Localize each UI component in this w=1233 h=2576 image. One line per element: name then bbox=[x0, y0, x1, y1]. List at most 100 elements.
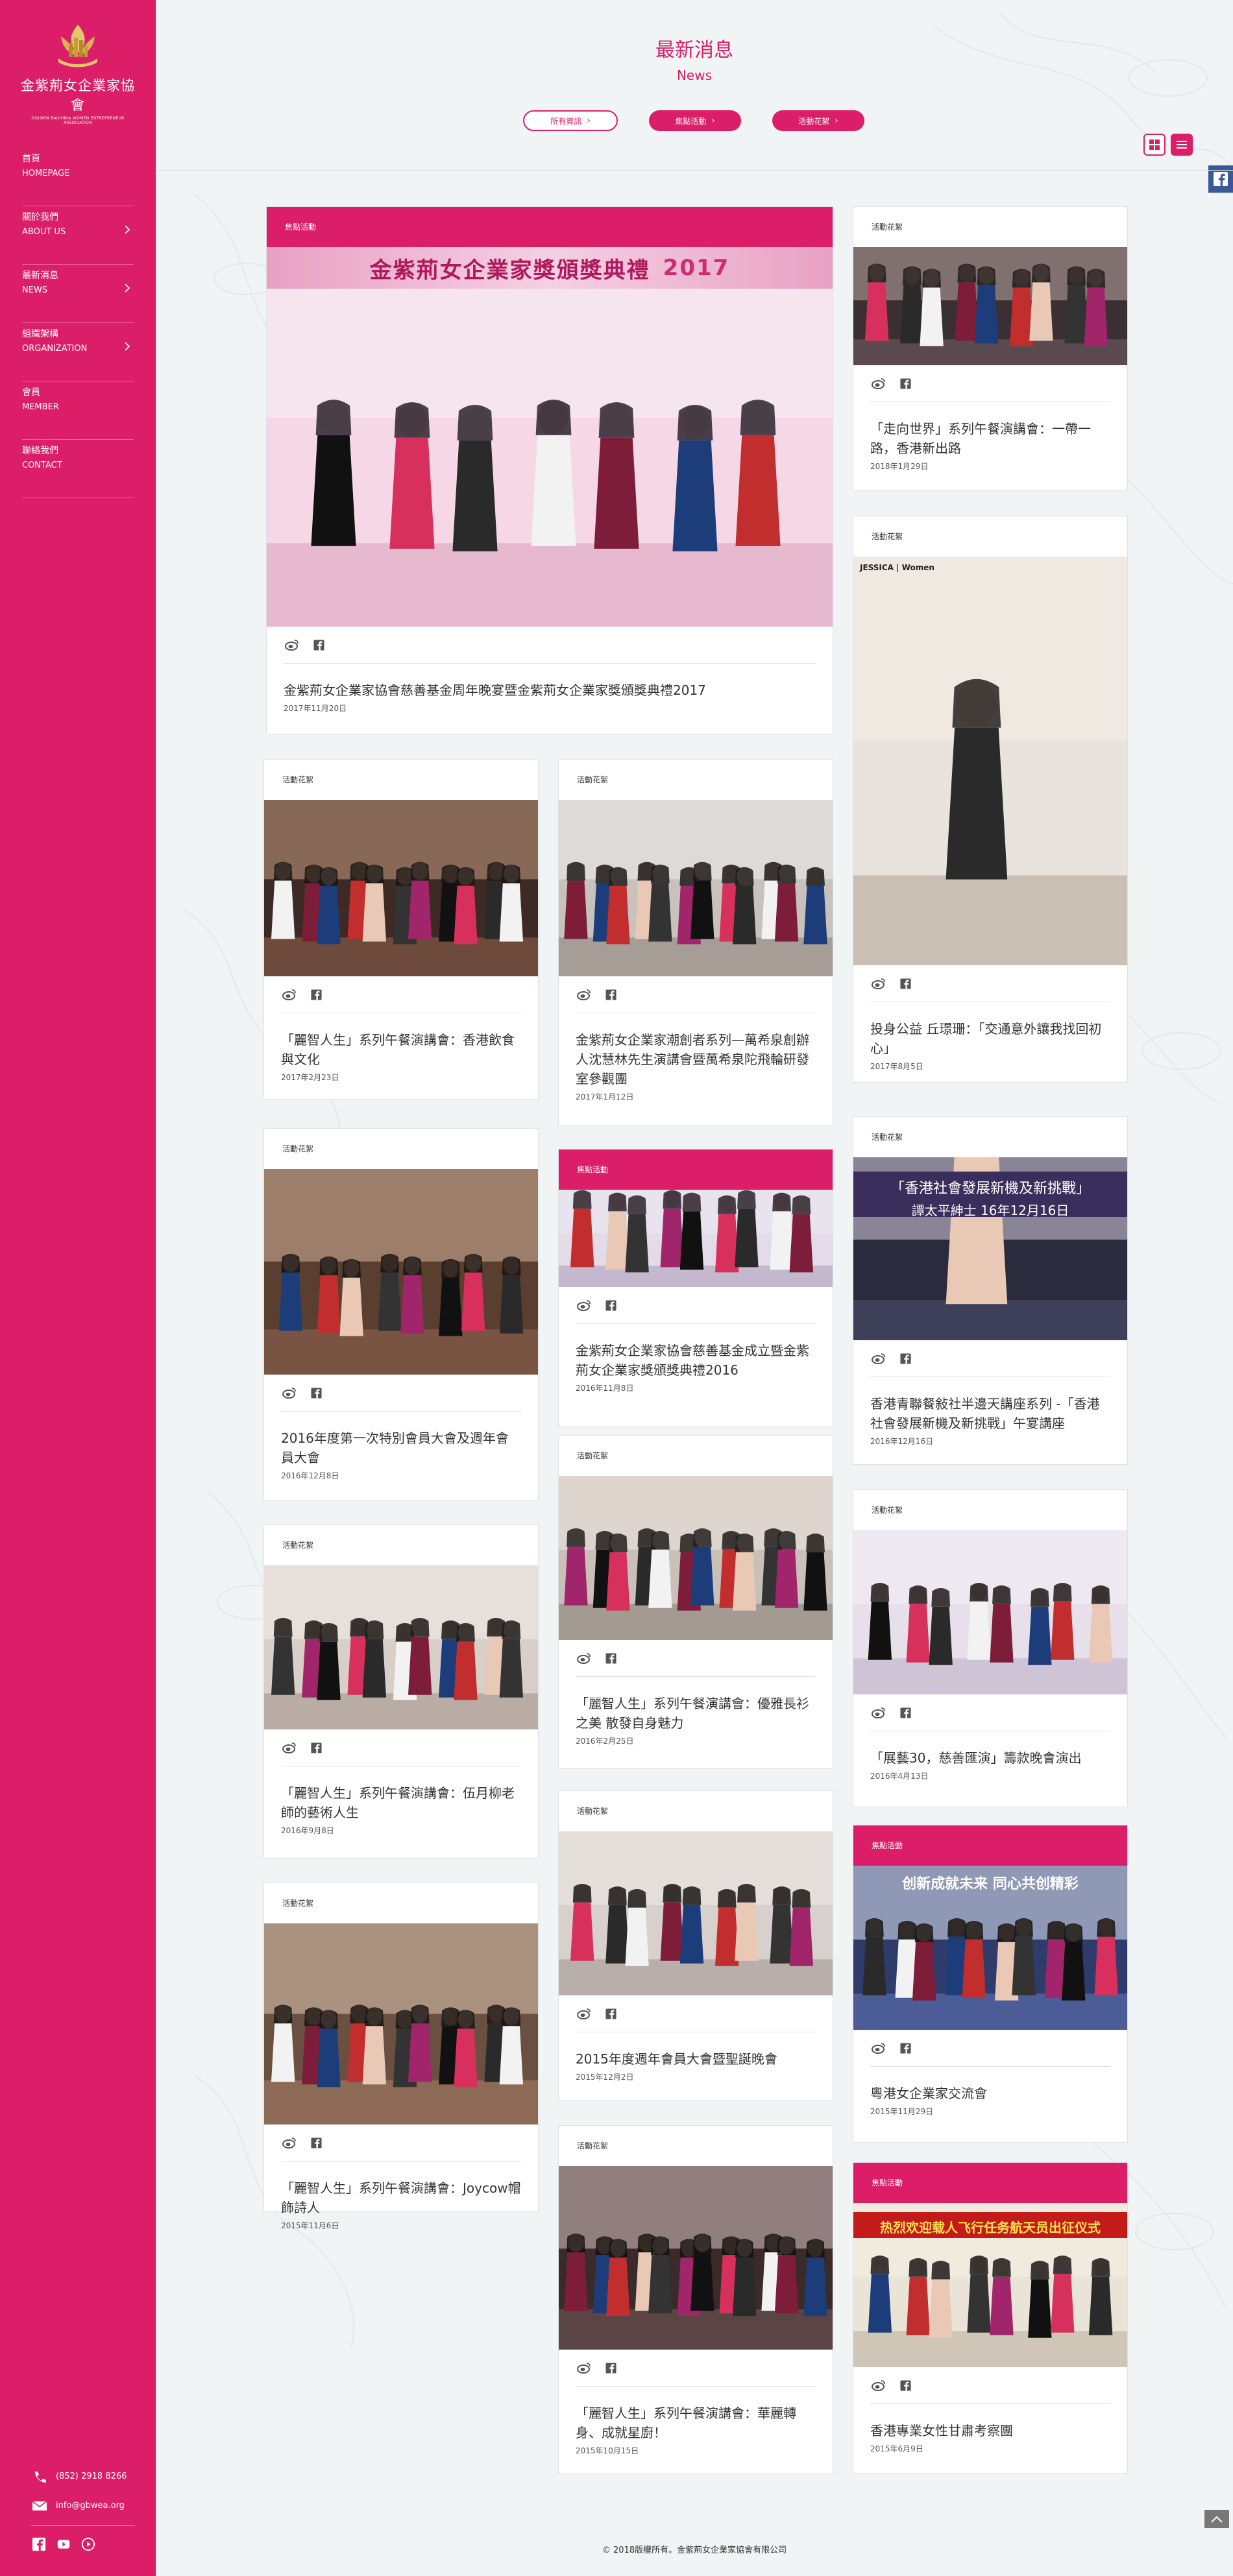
card-title[interactable]: 金紫荊女企業家協會慈善基金成立暨金紫荊女企業家獎頒獎典禮2016 bbox=[559, 1324, 833, 1380]
news-card[interactable]: 活動花絮 金紫荊女企業家潮創者系列—萬希泉創辦人沈慧林先生演講會暨萬希泉陀飛輪研… bbox=[558, 759, 833, 1126]
facebook-icon[interactable] bbox=[605, 2362, 616, 2374]
card-title[interactable]: 2016年度第一次特別會員大會及週年會員大會 bbox=[264, 1412, 538, 1467]
news-card[interactable]: 活動花絮 2015年度週年會員大會暨聖誕晚會 2015年12月2日 bbox=[558, 1790, 833, 2101]
facebook-icon[interactable] bbox=[605, 1652, 616, 1664]
weibo-icon[interactable] bbox=[872, 2042, 886, 2054]
facebook-icon[interactable] bbox=[311, 1742, 322, 1753]
news-card[interactable]: 活動花絮 「麗智人生」系列午餐演講會：華麗轉身、成就星廚！ 2015年10月15… bbox=[558, 2125, 833, 2474]
list-view-button[interactable] bbox=[1171, 134, 1193, 156]
card-photo[interactable] bbox=[853, 247, 1127, 365]
card-photo[interactable] bbox=[264, 800, 538, 976]
phone-contact[interactable]: (852) 2918 8266 bbox=[31, 2462, 148, 2491]
card-title[interactable]: 「麗智人生」系列午餐演講會：優雅長衫之美 散發自身魅力 bbox=[559, 1677, 833, 1733]
news-card[interactable]: 焦點活動 金紫荊女企業家協會慈善基金成立暨金紫荊女企業家獎頒獎典禮2016 20… bbox=[558, 1149, 833, 1427]
news-card[interactable]: 焦點活動 热烈欢迎载人飞行任务航天员出征仪式 香港專業女性甘肅考察團 2015年… bbox=[853, 2162, 1128, 2474]
nav-label-zh: 最新消息 bbox=[22, 271, 58, 281]
weibo-icon[interactable] bbox=[282, 2137, 297, 2149]
nav-item-contact[interactable]: 聯絡我們 CONTACT bbox=[22, 440, 134, 498]
card-title[interactable]: 2015年度週年會員大會暨聖誕晚會 bbox=[559, 2032, 833, 2069]
facebook-icon[interactable] bbox=[900, 978, 911, 989]
weibo-icon[interactable] bbox=[577, 1299, 591, 1311]
card-title[interactable]: 「麗智人生」系列午餐演講會：華麗轉身、成就星廚！ bbox=[559, 2387, 833, 2442]
facebook-icon[interactable] bbox=[311, 989, 322, 1000]
card-title[interactable]: 「麗智人生」系列午餐演講會：Joycow帽飾詩人 bbox=[264, 2161, 538, 2217]
weibo-icon[interactable] bbox=[872, 2379, 886, 2391]
card-title[interactable]: 粵港女企業家交流會 bbox=[853, 2067, 1127, 2103]
facebook-icon[interactable] bbox=[311, 2137, 322, 2149]
card-photo[interactable] bbox=[559, 1190, 833, 1287]
news-card[interactable]: 活動花絮 JESSICA | Women 投身公益 丘璟珊：「交通意外讓我找回初… bbox=[853, 516, 1128, 1083]
card-title[interactable]: 金紫荊女企業家協會慈善基金周年晚宴暨金紫荊女企業家獎頒獎典禮2017 bbox=[267, 664, 833, 700]
email-contact[interactable]: info@gbwea.org bbox=[31, 2491, 148, 2520]
card-photo[interactable] bbox=[559, 1476, 833, 1640]
weibo-icon[interactable] bbox=[285, 639, 299, 651]
site-logo[interactable]: 金紫荊女企業家協會 GOLDEN BAUHINIA WOMEN ENTREPRE… bbox=[19, 19, 136, 125]
card-title[interactable]: 香港青聯餐敍社半邊天講座系列 -「香港社會發展新機及新挑戰」午宴講座 bbox=[853, 1377, 1127, 1433]
facebook-icon[interactable] bbox=[605, 1299, 616, 1311]
facebook-icon[interactable] bbox=[605, 2008, 616, 2019]
news-card[interactable]: 活動花絮 「走向世界」系列午餐演講會：一帶一路，香港新出路 2018年1月29日 bbox=[853, 206, 1128, 491]
news-card[interactable]: 活動花絮 「展藝30，慈善匯演」籌款晚會演出 2016年4月13日 bbox=[853, 1489, 1128, 1807]
nav-item-organization[interactable]: 組織架構 ORGANIZATION bbox=[22, 323, 134, 381]
card-photo[interactable]: 热烈欢迎载人飞行任务航天员出征仪式 bbox=[853, 2203, 1127, 2367]
card-photo[interactable] bbox=[853, 1530, 1127, 1694]
card-photo[interactable]: JESSICA | Women bbox=[853, 557, 1127, 965]
youtube-icon[interactable] bbox=[56, 2536, 71, 2552]
facebook-icon[interactable] bbox=[605, 989, 616, 1000]
card-title[interactable]: 「展藝30，慈善匯演」籌款晚會演出 bbox=[853, 1731, 1127, 1768]
weibo-icon[interactable] bbox=[282, 1387, 297, 1399]
card-photo[interactable] bbox=[559, 800, 833, 976]
facebook-icon[interactable] bbox=[900, 2379, 911, 2391]
weibo-icon[interactable] bbox=[577, 2008, 591, 2019]
weibo-icon[interactable] bbox=[577, 1652, 591, 1664]
share-row bbox=[264, 1375, 538, 1411]
news-card[interactable]: 活動花絮 「麗智人生」系列午餐演講會：伍月柳老師的藝術人生 2016年9月8日 bbox=[263, 1524, 539, 1859]
nav-item-news[interactable]: 最新消息 NEWS bbox=[22, 265, 134, 323]
play-circle-icon[interactable] bbox=[80, 2536, 96, 2552]
filter-activity-button[interactable]: 活動花絮 › bbox=[772, 110, 864, 131]
weibo-icon[interactable] bbox=[872, 1353, 886, 1364]
card-photo[interactable]: 创新成就未来 同心共创精彩 bbox=[853, 1866, 1127, 2030]
card-title[interactable]: 「走向世界」系列午餐演講會：一帶一路，香港新出路 bbox=[853, 402, 1127, 458]
news-card[interactable]: 活動花絮 「香港社會發展新機及新挑戰」 譚太平紳士 16年12月16日 香港青聯餐… bbox=[853, 1116, 1128, 1465]
facebook-icon[interactable] bbox=[900, 2042, 911, 2054]
card-photo[interactable]: 「香港社會發展新機及新挑戰」 譚太平紳士 16年12月16日 bbox=[853, 1157, 1127, 1340]
weibo-icon[interactable] bbox=[577, 989, 591, 1000]
weibo-icon[interactable] bbox=[872, 378, 886, 389]
facebook-icon[interactable] bbox=[900, 378, 911, 389]
facebook-icon[interactable] bbox=[900, 1707, 911, 1718]
nav-item-homepage[interactable]: 首頁 HOMEPAGE bbox=[22, 148, 134, 206]
news-card[interactable]: 焦點活動 金紫荊女企業家獎頒獎典禮 2017 金紫荊女企業家協會慈善基金周年晚宴暨… bbox=[266, 206, 833, 734]
card-title[interactable]: 金紫荊女企業家潮創者系列—萬希泉創辦人沈慧林先生演講會暨萬希泉陀飛輪研發室參觀團 bbox=[559, 1013, 833, 1089]
card-title[interactable]: 香港專業女性甘肅考察團 bbox=[853, 2404, 1127, 2440]
weibo-icon[interactable] bbox=[872, 1707, 886, 1718]
weibo-icon[interactable] bbox=[282, 989, 297, 1000]
card-photo[interactable] bbox=[559, 2166, 833, 2350]
facebook-icon[interactable] bbox=[900, 1353, 911, 1364]
news-card[interactable]: 活動花絮 「麗智人生」系列午餐演講會：Joycow帽飾詩人 2015年11月6日 bbox=[263, 1883, 539, 2230]
facebook-icon[interactable] bbox=[31, 2536, 47, 2552]
facebook-icon[interactable] bbox=[313, 639, 324, 651]
back-to-top-button[interactable] bbox=[1204, 2510, 1229, 2528]
card-title[interactable]: 「麗智人生」系列午餐演講會：香港飲食與文化 bbox=[264, 1013, 538, 1069]
card-photo[interactable]: 金紫荊女企業家獎頒獎典禮 2017 bbox=[267, 247, 833, 627]
card-photo[interactable] bbox=[559, 1831, 833, 1995]
card-title[interactable]: 「麗智人生」系列午餐演講會：伍月柳老師的藝術人生 bbox=[264, 1766, 538, 1822]
news-card[interactable]: 活動花絮 「麗智人生」系列午餐演講會：香港飲食與文化 2017年2月23日 bbox=[263, 759, 539, 1100]
card-title[interactable]: 投身公益 丘璟珊：「交通意外讓我找回初心」 bbox=[853, 1002, 1127, 1058]
news-card[interactable]: 活動花絮 2016年度第一次特別會員大會及週年會員大會 2016年12月8日 bbox=[263, 1128, 539, 1500]
filter-highlight-button[interactable]: 焦點活動 › bbox=[649, 110, 741, 131]
nav-item-member[interactable]: 會員 MEMBER bbox=[22, 381, 134, 440]
grid-view-button[interactable] bbox=[1143, 134, 1166, 156]
filter-all-button[interactable]: 所有資訊 › bbox=[523, 110, 618, 131]
news-card[interactable]: 活動花絮 「麗智人生」系列午餐演講會：優雅長衫之美 散發自身魅力 2016年2月… bbox=[558, 1435, 833, 1769]
weibo-icon[interactable] bbox=[282, 1742, 297, 1753]
news-card[interactable]: 焦點活動 创新成就未来 同心共创精彩 粵港女企業家交流會 2015年11月29日 bbox=[853, 1825, 1128, 2143]
card-photo[interactable] bbox=[264, 1169, 538, 1375]
facebook-icon[interactable] bbox=[311, 1387, 322, 1399]
nav-item-about-us[interactable]: 關於我們 ABOUT US bbox=[22, 206, 134, 265]
card-photo[interactable] bbox=[264, 1923, 538, 2125]
weibo-icon[interactable] bbox=[577, 2362, 591, 2374]
card-photo[interactable] bbox=[264, 1565, 538, 1729]
weibo-icon[interactable] bbox=[872, 978, 886, 989]
